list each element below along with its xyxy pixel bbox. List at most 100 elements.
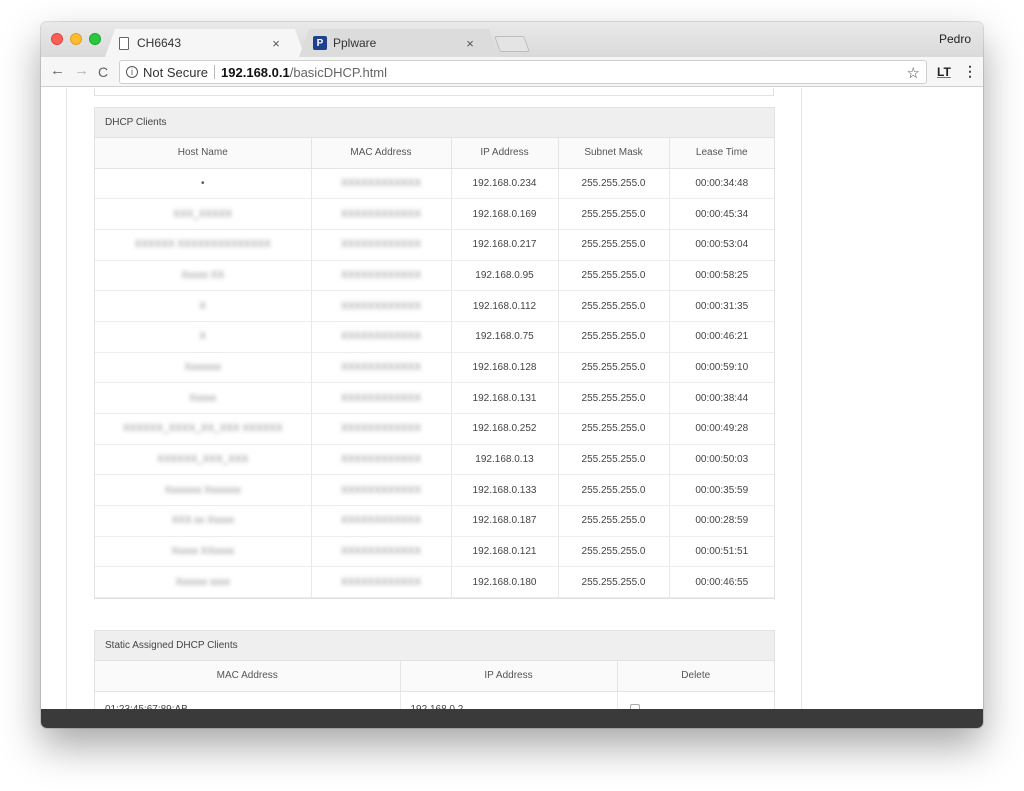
ip-address-cell: 192.168.0.252 [451,413,559,445]
lease-time-cell: 00:00:51:51 [669,536,774,568]
table-row: X XXXXXXXXXXXX 192.168.0.112 255.255.255.0 0… [95,290,774,322]
column-header-subnet-mask: Subnet Mask [558,138,670,169]
table-row: 01:23:45:67:89:AB 192.168.0.2 [95,691,774,709]
ip-address-cell: 192.168.0.112 [451,290,559,322]
subnet-mask-cell: 255.255.255.0 [558,474,670,507]
subnet-mask-cell: 255.255.255.0 [558,198,670,230]
table-row: Xxxxx XX XXXXXXXXXXXX 192.168.0.95 255.255.… [95,260,774,292]
url-path[interactable]: /basicDHCP.html [290,65,387,80]
table-row: XXXXXX_XXX_XXX XXXXXXXXXXXX 192.168.0.13 25… [95,444,774,476]
column-header-lease-time: Lease Time [669,138,774,169]
lease-time-cell: 00:00:59:10 [669,352,774,384]
lease-time-cell: 00:00:35:59 [669,474,774,507]
subnet-mask-cell: 255.255.255.0 [558,566,670,599]
ip-address-cell: 192.168.0.234 [451,168,559,200]
table-row: X XXXXXXXXXXXX 192.168.0.75 255.255.255.0 00… [95,321,774,353]
address-separator [214,65,216,79]
host-name-cell: X [95,290,312,322]
table-row: XXXXXX_XXXX_XX_XXX XXXXXX XXXXXXXXXXXX 192… [95,413,774,445]
address-bar[interactable]: i Not Secure 192.168.0.1 /basicDHCP.html… [119,60,927,84]
panel-title: Static Assigned DHCP Clients [95,631,774,661]
content-border-left [66,88,67,709]
ip-address-cell: 192.168.0.131 [451,382,559,414]
host-name-cell: X [95,321,312,353]
mac-address-cell: XXXXXXXXXXXX [311,321,452,353]
lease-time-cell: 00:00:49:28 [669,413,774,445]
document-icon [119,36,129,50]
subnet-mask-cell: 255.255.255.0 [558,536,670,568]
mac-address-cell: XXXXXXXXXXXX [311,474,452,507]
column-header-ip-address: IP Address [400,661,618,692]
browser-window: CH6643 × P Pplware × Pedro ← → C i Not S… [41,22,983,728]
lease-time-cell: 00:00:34:48 [669,168,774,200]
tab-strip: CH6643 × P Pplware × Pedro [41,22,983,57]
lease-time-cell: 00:00:46:55 [669,566,774,599]
subnet-mask-cell: 255.255.255.0 [558,290,670,322]
minimize-window-button[interactable] [70,33,82,45]
mac-address-cell: XXXXXXXXXXXX [311,352,452,384]
pplware-favicon-icon: P [313,36,327,50]
table-row: Xxxxxxx Xxxxxxx XXXXXXXXXXXX 192.168.0.133… [95,474,774,507]
lease-time-cell: 00:00:31:35 [669,290,774,322]
lease-time-cell: 00:00:28:59 [669,505,774,537]
static-clients-panel: Static Assigned DHCP Clients MAC Address… [94,630,775,709]
static-ip-cell: 192.168.0.2 [400,691,618,709]
tab-ch6643[interactable]: CH6643 × [105,29,305,57]
tab-title: Pplware [333,36,377,50]
lease-time-cell: 00:00:46:21 [669,321,774,353]
column-header-mac-address: MAC Address [95,661,401,692]
host-name-cell: Xxxxx [95,382,312,414]
security-label[interactable]: Not Secure [143,65,208,80]
back-button[interactable]: ← [50,63,65,79]
profile-name[interactable]: Pedro [939,32,971,46]
close-window-button[interactable] [51,33,63,45]
table-row: XXXXXX XXXXXXXXXXXXXX XXXXXXXXXXXX 192.168… [95,229,774,261]
subnet-mask-cell: 255.255.255.0 [558,229,670,261]
browser-menu-icon[interactable]: ⋮ [963,63,977,80]
new-tab-button[interactable] [494,36,530,52]
host-name-cell: • [95,168,312,200]
delete-cell [617,691,774,709]
mac-address-cell: XXXXXXXXXXXX [311,444,452,476]
subnet-mask-cell: 255.255.255.0 [558,168,670,200]
subnet-mask-cell: 255.255.255.0 [558,260,670,292]
column-header-mac-address: MAC Address [311,138,452,169]
lease-time-cell: 00:00:38:44 [669,382,774,414]
host-name-cell: XXXXXX_XXXX_XX_XXX XXXXXX [95,413,312,445]
tab-pplware[interactable]: P Pplware × [299,29,499,57]
table-row: • XXXXXXXXXXXX 192.168.0.234 255.255.255.0 0… [95,168,774,200]
ip-address-cell: 192.168.0.180 [451,566,559,599]
tab-close-icon[interactable]: × [269,36,283,51]
column-header-host-name: Host Name [95,138,312,169]
ip-address-cell: 192.168.0.187 [451,505,559,537]
tab-close-icon[interactable]: × [463,36,477,51]
forward-button[interactable]: → [74,63,89,79]
mac-address-cell: XXXXXXXXXXXX [311,229,452,261]
subnet-mask-cell: 255.255.255.0 [558,444,670,476]
table-row: Xxxxxxx XXXXXXXXXXXX 192.168.0.128 255.255.… [95,352,774,384]
dhcp-clients-panel: DHCP Clients Host Name MAC Address IP Ad… [94,107,775,600]
info-icon[interactable]: i [126,66,138,78]
mac-address-cell: XXXXXXXXXXXX [311,413,452,445]
languagetool-extension-icon[interactable]: LT [937,65,951,79]
content-border-right [801,88,802,709]
host-name-cell: Xxxxxxx [95,352,312,384]
host-name-cell: XXXXXX XXXXXXXXXXXXXX [95,229,312,261]
static-clients-table: MAC Address IP Address Delete 01:23:45:6… [95,661,774,709]
lease-time-cell: 00:00:58:25 [669,260,774,292]
lease-time-cell: 00:00:50:03 [669,444,774,476]
ip-address-cell: 192.168.0.75 [451,321,559,353]
host-name-cell: Xxxxx XXxxxx [95,536,312,568]
host-name-cell: Xxxxxxx Xxxxxxx [95,474,312,507]
table-row: Xxxxxx xxxx XXXXXXXXXXXX 192.168.0.180 255.… [95,566,774,599]
bookmark-star-icon[interactable]: ☆ [907,64,920,82]
mac-address-cell: XXXXXXXXXXXX [311,566,452,599]
mac-address-cell: XXXXXXXXXXXX [311,198,452,230]
maximize-window-button[interactable] [89,33,101,45]
mac-address-cell: XXXXXXXXXXXX [311,168,452,200]
reload-button[interactable]: C [98,64,108,80]
host-name-cell: XXX xx Xxxxx [95,505,312,537]
ip-address-cell: 192.168.0.169 [451,198,559,230]
tab-title: CH6643 [137,36,182,50]
url-host[interactable]: 192.168.0.1 [221,65,290,80]
